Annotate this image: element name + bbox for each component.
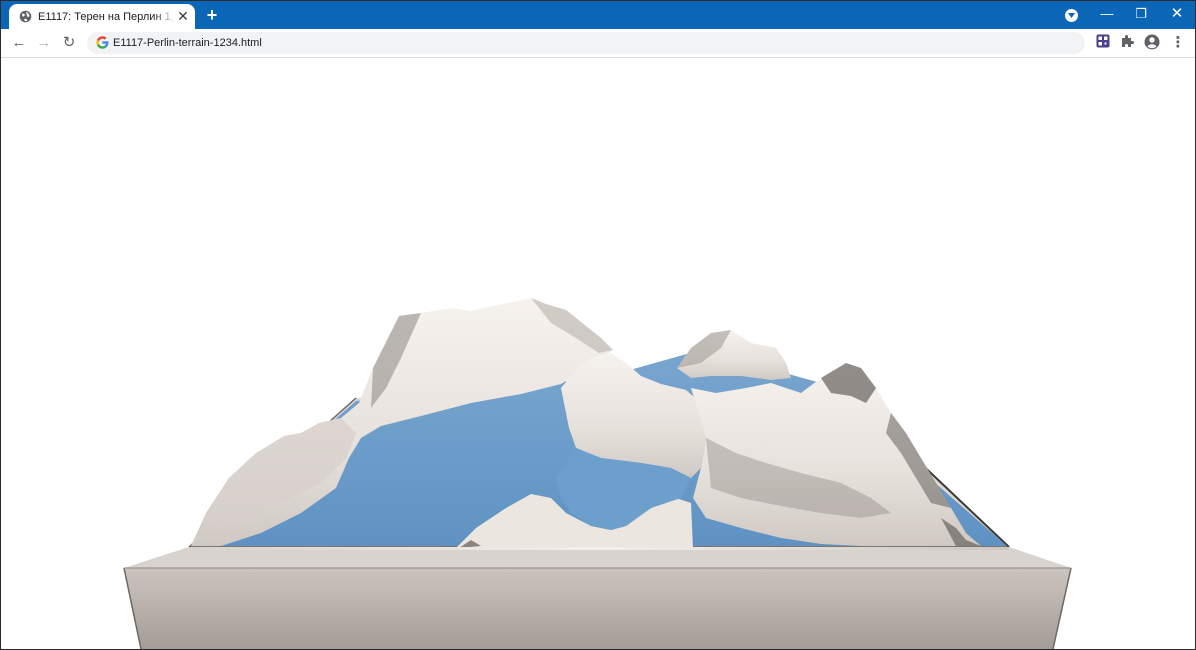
browser-toolbar: ← → ↻ E1117-Perlin-terrain-1234.html ⋮ [1,29,1195,58]
terrain-scene [123,298,1072,649]
minimize-button[interactable]: — [1097,5,1117,23]
tab-active[interactable]: E1117: Терен на Перлин 1, 2, 3 и 4 ✕ [9,4,195,29]
tab-title: E1117: Терен на Перлин 1, 2, 3 и 4 [38,11,175,23]
tab-search-icon[interactable] [1065,9,1078,22]
google-icon [95,36,109,50]
address-bar[interactable]: E1117-Perlin-terrain-1234.html [87,32,1085,54]
close-window-button[interactable]: ✕ [1167,5,1187,23]
forward-button[interactable]: → [35,34,53,52]
globe-icon [19,10,32,23]
profile-avatar-icon[interactable] [1143,34,1161,52]
container-inner-rim [189,547,1009,550]
url-text: E1117-Perlin-terrain-1234.html [113,37,262,49]
restore-button[interactable]: ❐ [1131,5,1151,23]
close-tab-icon[interactable]: ✕ [176,9,190,23]
browser-window: E1117: Терен на Перлин 1, 2, 3 и 4 ✕ + —… [0,0,1196,650]
back-button[interactable]: ← [10,34,28,52]
extensions-puzzle-icon[interactable] [1118,34,1136,52]
new-tab-button[interactable]: + [203,6,221,24]
reload-button[interactable]: ↻ [60,34,78,52]
qr-code-icon[interactable] [1094,34,1112,52]
page-viewport[interactable] [1,58,1195,649]
tab-strip: E1117: Терен на Перлин 1, 2, 3 и 4 ✕ + —… [1,1,1195,29]
menu-kebab-icon[interactable]: ⋮ [1169,34,1187,52]
